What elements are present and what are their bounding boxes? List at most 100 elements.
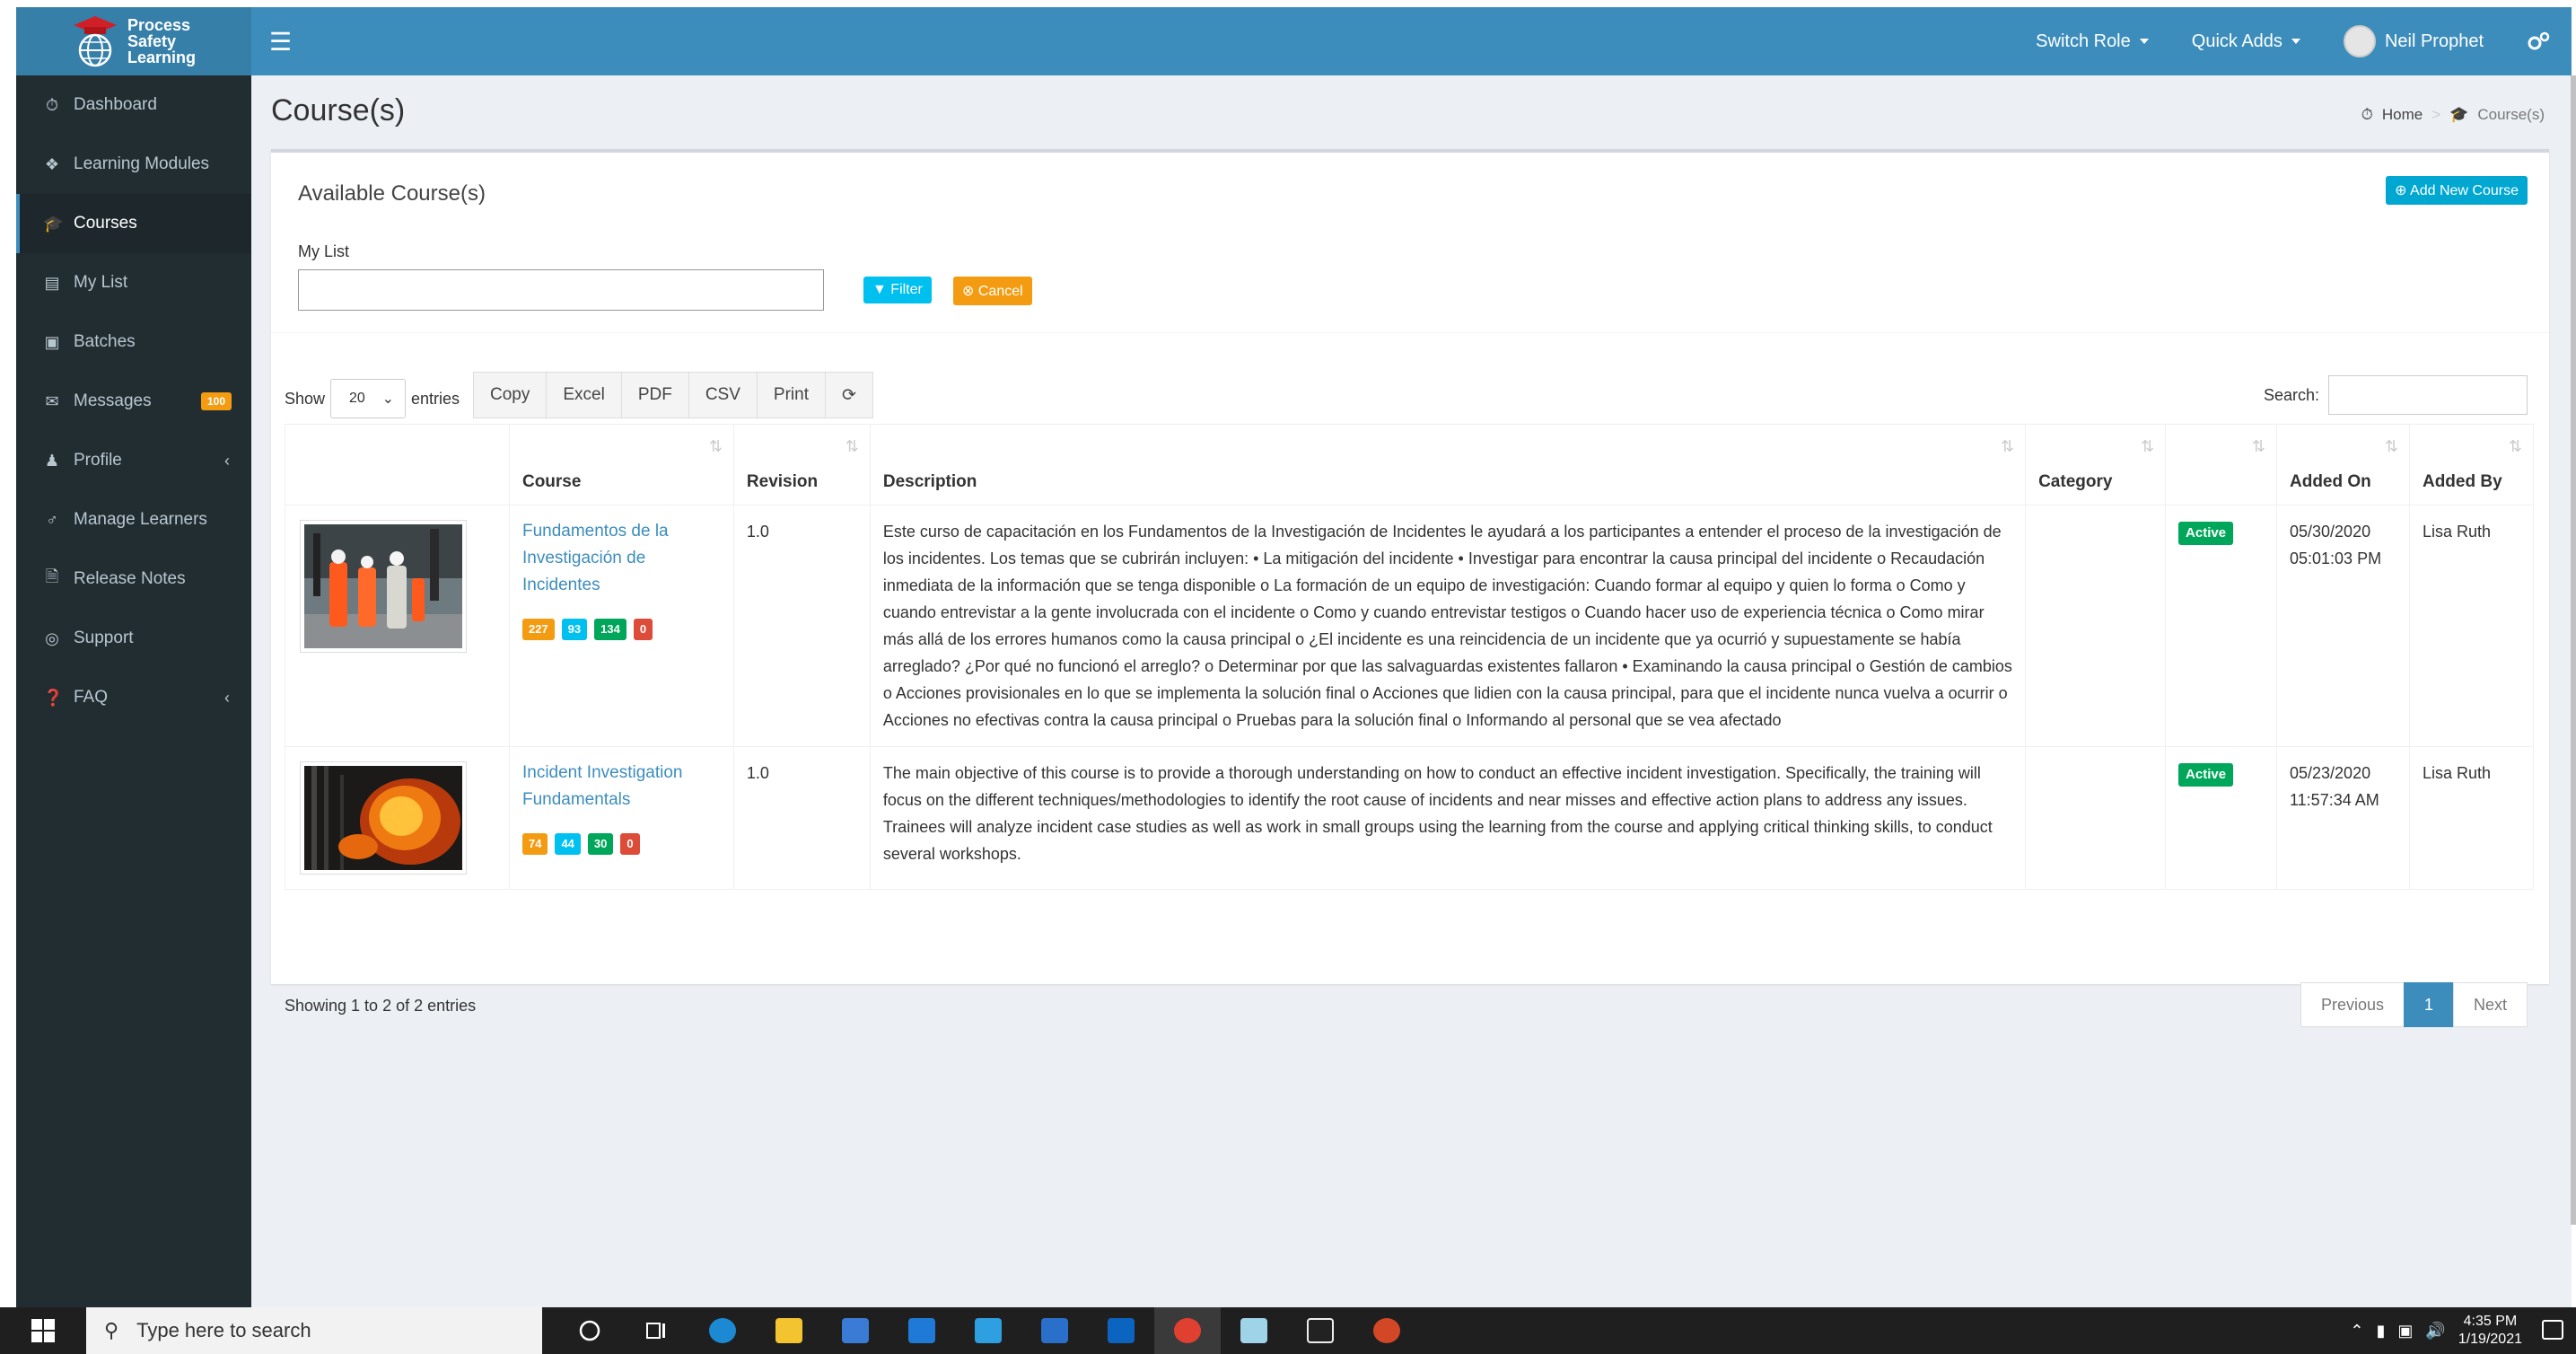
filter-button[interactable]: ▼ Filter (863, 277, 932, 303)
breadcrumb-current: Course(s) (2477, 106, 2545, 123)
mail-icon[interactable] (889, 1307, 955, 1354)
next-page-button[interactable]: Next (2452, 982, 2528, 1027)
column-header-category[interactable]: Category ⇅ (2025, 424, 2167, 506)
cortana-icon[interactable] (556, 1307, 623, 1354)
page-button[interactable]: 1 (2403, 982, 2454, 1027)
sidebar-item-courses[interactable]: 🎓 Courses (16, 194, 251, 253)
user-menu[interactable]: Neil Prophet (2322, 7, 2505, 75)
sidebar-item-messages[interactable]: ✉ Messages 100 (16, 372, 251, 431)
column-label: Category (2038, 472, 2113, 491)
column-header-added-on[interactable]: Added On ⇅ (2276, 424, 2410, 506)
category-cell (2025, 505, 2167, 747)
sidebar-item-batches[interactable]: ▣ Batches (16, 312, 251, 372)
excel-button[interactable]: Excel (546, 372, 622, 418)
store-icon[interactable] (822, 1307, 889, 1354)
volume-icon[interactable]: 🔊 (2425, 1322, 2445, 1341)
user-name: Neil Prophet (2384, 31, 2484, 51)
system-tray: ⌃ ▮ ▣ 🔊 4:35 PM 1/19/2021 (2350, 1307, 2522, 1354)
edge-icon[interactable] (689, 1307, 756, 1354)
battery-icon[interactable]: ▮ (2376, 1322, 2385, 1341)
pdf-button[interactable]: PDF (620, 372, 689, 418)
cancel-label: Cancel (977, 284, 1023, 299)
sidebar-item-label: My List (74, 273, 128, 292)
envelope-icon: ✉ (45, 391, 59, 410)
csv-button[interactable]: CSV (688, 372, 758, 418)
notification-icon[interactable] (2542, 1320, 2563, 1340)
taskbar-search[interactable]: ⚲ Type here to search (86, 1307, 542, 1354)
network-icon[interactable]: ▣ (2397, 1322, 2413, 1341)
brand-logo[interactable]: Process Safety Learning (16, 7, 251, 75)
sort-icon: ⇅ (708, 437, 723, 455)
breadcrumb-separator: > (2431, 106, 2441, 123)
sort-icon: ⇅ (2140, 437, 2155, 455)
page-scrollbar[interactable] (2571, 75, 2576, 1225)
column-header-revision[interactable]: Revision ⇅ (732, 424, 871, 506)
sidebar-item-label: Release Notes (74, 569, 186, 588)
sidebar-item-profile[interactable]: ♟ Profile ‹ (16, 431, 251, 490)
refresh-button[interactable]: ⟳ (824, 372, 873, 418)
task-view-icon[interactable] (623, 1307, 689, 1354)
sidebar-item-manage-learners[interactable]: ♂ Manage Learners (16, 490, 251, 550)
learning-app-icon[interactable] (955, 1307, 1021, 1354)
powerpoint-icon[interactable] (1354, 1307, 1420, 1354)
sidebar-item-label: Courses (74, 214, 137, 233)
column-header-status[interactable]: ⇅ (2165, 424, 2277, 506)
sidebar-item-label: FAQ (74, 688, 109, 707)
copy-button[interactable]: Copy (473, 372, 548, 418)
table-header-row: Course ⇅ Revision ⇅ Description ⇅ Category ⇅… (285, 424, 2535, 506)
cancel-button[interactable]: ⊗ Cancel (953, 277, 1032, 305)
outlook-icon[interactable] (1088, 1307, 1154, 1354)
entries-label: entries (411, 389, 460, 408)
sidebar-item-support[interactable]: ◎ Support (16, 609, 251, 668)
sidebar-item-faq[interactable]: ❓ FAQ ‹ (16, 668, 251, 727)
sidebar-item-label: Profile (74, 451, 122, 470)
print-button[interactable]: Print (756, 372, 826, 418)
page-length-control: Show 20 ⌄ entries (285, 379, 460, 418)
caret-down-icon (2291, 39, 2300, 44)
breadcrumb-home[interactable]: Home (2382, 106, 2423, 124)
my-list-label: My List (298, 242, 350, 260)
windows-start-icon[interactable] (0, 1307, 86, 1354)
column-header-description[interactable]: Description ⇅ (869, 424, 2027, 506)
snip-app-icon[interactable] (1021, 1307, 1088, 1354)
course-title-link[interactable]: Incident Investigation Fundamentals (522, 760, 721, 813)
chevron-up-icon[interactable]: ⌃ (2350, 1322, 2363, 1341)
quick-adds-dropdown[interactable]: Quick Adds (2170, 7, 2322, 75)
search-icon: ⚲ (104, 1319, 119, 1341)
sidebar-item-learning-modules[interactable]: ❖ Learning Modules (16, 135, 251, 194)
divider (271, 332, 2549, 333)
my-list-input[interactable] (298, 269, 824, 311)
column-header-added-by[interactable]: Added By ⇅ (2408, 424, 2535, 506)
course-cell: Fundamentos de la Investigación de Incid… (508, 505, 734, 747)
add-new-course-label: Add New Course (2410, 183, 2519, 198)
count-badge: 227 (521, 619, 555, 640)
add-new-course-button[interactable]: ⊕ Add New Course (2386, 176, 2528, 205)
switch-role-dropdown[interactable]: Switch Role (2014, 7, 2170, 75)
avatar (2343, 25, 2376, 57)
file-explorer-icon[interactable] (756, 1307, 822, 1354)
courses-box: Available Course(s) ⊕ Add New Course My … (271, 149, 2549, 1027)
table-row: Incident Investigation Fundamentals 74 4… (285, 746, 2535, 890)
category-cell (2025, 746, 2167, 890)
course-thumbnail[interactable] (300, 761, 467, 875)
file-icon: 🗎 (45, 567, 59, 585)
settings-gears-icon[interactable] (2505, 7, 2572, 75)
sidebar-item-dashboard[interactable]: ⏱ Dashboard (16, 75, 251, 135)
page-length-select[interactable]: 20 ⌄ (330, 379, 407, 418)
column-header-course[interactable]: Course ⇅ (508, 424, 734, 506)
sidebar-toggle-icon[interactable]: ☰ (269, 27, 292, 57)
column-label: Course (521, 472, 582, 491)
sidebar-item-my-list[interactable]: ▤ My List (16, 253, 251, 312)
course-title-link[interactable]: Fundamentos de la Investigación de Incid… (522, 518, 721, 599)
notepad-icon[interactable] (1221, 1307, 1287, 1354)
page-title: Course(s) (271, 93, 406, 127)
added-time: 11:57:34 AM (2290, 791, 2379, 809)
top-nav-menu: Switch Role Quick Adds Neil Prophet (2014, 7, 2572, 75)
chrome-icon[interactable] (1154, 1307, 1221, 1354)
acrobat-icon[interactable] (1287, 1307, 1354, 1354)
sidebar-item-release-notes[interactable]: 🗎 Release Notes (16, 550, 251, 609)
search-input[interactable] (2328, 375, 2528, 415)
clock[interactable]: 4:35 PM 1/19/2021 (2458, 1313, 2522, 1349)
previous-page-button[interactable]: Previous (2300, 982, 2405, 1027)
course-thumbnail[interactable] (300, 520, 467, 653)
